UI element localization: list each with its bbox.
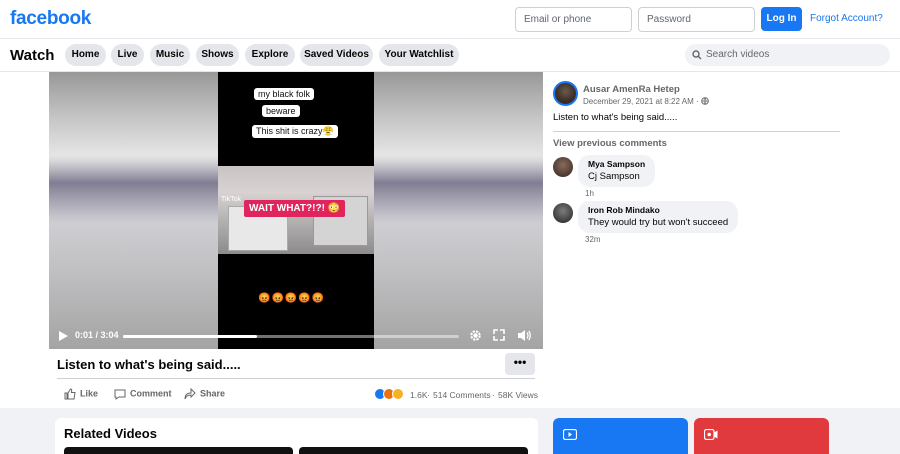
comment-text: They would try but won't succeed	[588, 217, 729, 228]
video-player[interactable]: my black folk beware This shit is crazy😤…	[49, 72, 543, 349]
search-placeholder: Search videos	[706, 49, 770, 60]
comment-bubble: Iron Rob Mindako They would try but won'…	[578, 201, 739, 233]
video-still-image: TikTok WAIT WHAT?!?! 😳	[218, 166, 374, 254]
password-field[interactable]: Password	[638, 7, 755, 32]
tab-explore[interactable]: Explore	[245, 44, 295, 66]
related-video-thumbnail[interactable]	[64, 447, 293, 454]
overlay-text: WAIT WHAT?!?! 😳	[244, 200, 346, 217]
comment-bubble: Mya Sampson Cj Sampson	[578, 155, 656, 187]
divider	[553, 131, 840, 132]
video-play-icon	[563, 429, 577, 440]
forgot-account-link[interactable]: Forgot Account?	[810, 13, 883, 24]
watch-card-blue[interactable]	[553, 418, 688, 454]
tab-live[interactable]: Live	[111, 44, 144, 66]
globe-icon	[701, 97, 709, 105]
progress-bar[interactable]	[123, 335, 459, 338]
more-options-button[interactable]: •••	[505, 353, 535, 375]
caption-line-1: my black folk	[254, 88, 315, 100]
share-button[interactable]: Share	[184, 387, 226, 400]
progress-fill	[123, 335, 258, 338]
emoji-row: 😡😡😡😡😡	[258, 293, 326, 304]
watch-title: Watch	[10, 47, 55, 64]
caption-line-3: This shit is crazy😤	[252, 125, 338, 138]
related-videos-title: Related Videos	[64, 426, 157, 441]
comment-text: Cj Sampson	[588, 171, 640, 182]
view-previous-comments-link[interactable]: View previous comments	[553, 138, 667, 149]
comment-time[interactable]: 32m	[585, 235, 601, 244]
video-controls: 0:01 / 3:04	[49, 323, 543, 349]
author-name[interactable]: Ausar AmenRa Hetep	[583, 84, 680, 95]
watch-nav: Watch Home Live Music Shows Explore Save…	[0, 38, 900, 72]
tab-home[interactable]: Home	[65, 44, 106, 66]
post-date: December 29, 2021 at 8:22 AM ·	[583, 97, 709, 106]
video-time: 0:01 / 3:04	[75, 330, 119, 340]
fullscreen-icon[interactable]	[493, 329, 505, 341]
play-icon[interactable]	[59, 331, 68, 341]
commenter-name[interactable]: Iron Rob Mindako	[588, 205, 728, 215]
search-icon	[692, 50, 702, 60]
comment-label: Comment	[130, 388, 172, 399]
tiktok-watermark: TikTok	[221, 196, 241, 203]
thumbs-up-icon	[64, 388, 76, 400]
comment-icon	[114, 389, 126, 400]
share-icon	[184, 387, 196, 400]
views-count: 58K Views	[498, 390, 539, 400]
comment-button[interactable]: Comment	[114, 388, 172, 400]
top-header: facebook Email or phone Password Log In …	[0, 0, 900, 38]
video-title: Listen to what's being said.....	[57, 357, 241, 372]
post-date-text: December 29, 2021 at 8:22 AM ·	[583, 97, 699, 106]
video-frame: my black folk beware This shit is crazy😤…	[218, 72, 374, 349]
stats-separator: ·	[492, 390, 495, 400]
share-label: Share	[200, 388, 226, 399]
reaction-count[interactable]: 1.6K	[410, 390, 428, 400]
wow-reaction-icon	[392, 388, 404, 400]
tab-shows[interactable]: Shows	[196, 44, 239, 66]
blurred-background-left	[49, 72, 218, 349]
related-video-thumbnail[interactable]	[299, 447, 528, 454]
email-field[interactable]: Email or phone	[515, 7, 632, 32]
live-card-red[interactable]	[694, 418, 829, 454]
divider	[57, 378, 535, 379]
live-video-icon	[704, 429, 718, 440]
comment-time[interactable]: 1h	[585, 189, 594, 198]
commenter-name[interactable]: Mya Sampson	[588, 159, 645, 169]
tab-your-watchlist[interactable]: Your Watchlist	[379, 44, 459, 66]
settings-gear-icon[interactable]	[469, 329, 482, 342]
volume-icon[interactable]	[517, 329, 531, 342]
like-button[interactable]: Like	[64, 388, 98, 400]
search-videos-input[interactable]: Search videos	[685, 44, 890, 66]
post-text: Listen to what's being said.....	[553, 112, 678, 123]
blurred-background-right	[374, 72, 543, 349]
facebook-logo[interactable]: facebook	[10, 8, 91, 30]
login-button[interactable]: Log In	[761, 7, 802, 31]
like-label: Like	[80, 388, 99, 399]
commenter-avatar[interactable]	[553, 157, 573, 177]
stats-separator: ·	[427, 390, 430, 400]
caption-line-2: beware	[262, 105, 300, 117]
author-avatar[interactable]	[553, 81, 578, 106]
comments-count[interactable]: 514 Comments	[433, 390, 491, 400]
tab-music[interactable]: Music	[150, 44, 190, 66]
tab-saved-videos[interactable]: Saved Videos	[300, 44, 373, 66]
commenter-avatar[interactable]	[553, 203, 573, 223]
